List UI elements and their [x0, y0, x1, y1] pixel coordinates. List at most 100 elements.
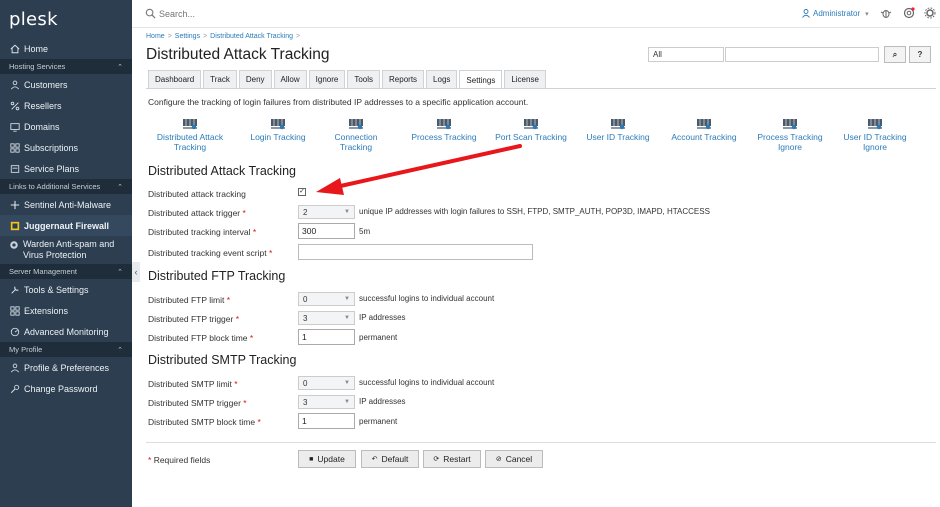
- smtp-limit-label: Distributed SMTP limit *: [148, 379, 238, 389]
- select-value: 2: [303, 207, 308, 217]
- tab-tools[interactable]: Tools: [347, 70, 381, 88]
- user-menu[interactable]: Administrator ▾: [802, 9, 869, 18]
- default-button[interactable]: ↶ Default: [361, 450, 419, 468]
- icon-link[interactable]: User ID Tracking Ignore: [839, 118, 911, 152]
- restart-button[interactable]: ⟳ Restart: [423, 450, 481, 468]
- help-button[interactable]: ?: [909, 46, 931, 63]
- ftp-limit-select[interactable]: 0 ▼: [298, 292, 355, 306]
- search-input[interactable]: [159, 6, 359, 22]
- required-mark: *: [235, 314, 240, 324]
- smtp-limit-select[interactable]: 0 ▼: [298, 376, 355, 390]
- plesk-logo[interactable]: plesk: [0, 0, 132, 38]
- icon-link-label: User ID Tracking: [586, 132, 650, 142]
- tab-reports[interactable]: Reports: [382, 70, 425, 88]
- sidebar-collapse-button[interactable]: ‹: [132, 262, 140, 282]
- icon-link[interactable]: Connection Tracking: [320, 118, 392, 152]
- icon-link[interactable]: Account Tracking: [668, 118, 740, 143]
- sidebar-item[interactable]: Home: [0, 38, 132, 59]
- smtp-trigger-select[interactable]: 3 ▼: [298, 395, 355, 409]
- icon-link[interactable]: Port Scan Tracking: [495, 118, 567, 143]
- smtp-block-suffix: permanent: [359, 417, 398, 426]
- dat-interval-label: Distributed tracking interval *: [148, 227, 256, 237]
- breadcrumb-home[interactable]: Home: [146, 33, 165, 40]
- sidebar-item[interactable]: Domains: [0, 116, 132, 137]
- chevron-down-icon: ▾: [865, 10, 869, 18]
- sidebar-section-label: Links to Additional Services: [9, 182, 101, 191]
- breadcrumb-settings[interactable]: Settings: [175, 33, 200, 40]
- sidebar-item[interactable]: Change Password: [0, 378, 132, 399]
- icon-link[interactable]: User ID Tracking: [582, 118, 654, 143]
- tab-license[interactable]: License: [504, 70, 546, 88]
- tab-track[interactable]: Track: [203, 70, 237, 88]
- sidebar-item[interactable]: Customers: [0, 74, 132, 95]
- tab-ignore[interactable]: Ignore: [308, 70, 346, 88]
- sidebar-section-header[interactable]: Server Management ⌃: [0, 264, 132, 279]
- tab-allow[interactable]: Allow: [273, 70, 307, 88]
- user-name: Administrator: [813, 9, 861, 18]
- dat-tracking-checkbox[interactable]: ✓: [298, 188, 306, 196]
- sidebar-item[interactable]: Profile & Preferences: [0, 357, 132, 378]
- monitoring-icon: [9, 326, 20, 337]
- bug-icon[interactable]: [880, 7, 892, 19]
- section-title-ftp: Distributed FTP Tracking: [148, 269, 286, 283]
- undo-icon: ↶: [371, 456, 378, 463]
- smtp-block-input[interactable]: 1: [298, 413, 355, 429]
- chevron-up-icon: ⌃: [117, 183, 123, 191]
- tab-deny[interactable]: Deny: [238, 70, 272, 88]
- section-title-dat: Distributed Attack Tracking: [148, 164, 296, 178]
- sidebar-section-header[interactable]: Hosting Services ⌃: [0, 59, 132, 74]
- button-label: Cancel: [505, 454, 533, 464]
- dat-interval-input[interactable]: 300: [298, 223, 355, 239]
- icon-link[interactable]: Distributed Attack Tracking: [154, 118, 226, 152]
- sidebar-item[interactable]: Subscriptions: [0, 137, 132, 158]
- ftp-block-label: Distributed FTP block time *: [148, 333, 253, 343]
- tab-settings[interactable]: Settings: [459, 70, 503, 89]
- label-text: Distributed SMTP block time: [148, 417, 256, 427]
- sidebar-item[interactable]: Extensions: [0, 300, 132, 321]
- update-button[interactable]: ■ Update: [298, 450, 356, 468]
- button-label: Restart: [443, 454, 471, 464]
- sidebar-item[interactable]: Advanced Monitoring: [0, 321, 132, 342]
- ftp-trigger-label: Distributed FTP trigger *: [148, 314, 239, 324]
- icon-link-label: Account Tracking: [671, 132, 737, 142]
- firewall-wall-icon: [349, 119, 363, 130]
- chevron-up-icon: ⌃: [117, 346, 123, 354]
- sidebar-item[interactable]: Resellers: [0, 95, 132, 116]
- tab-logs[interactable]: Logs: [426, 70, 458, 88]
- icon-link[interactable]: Login Tracking: [242, 118, 314, 143]
- sidebar-item[interactable]: Tools & Settings: [0, 279, 132, 300]
- dat-trigger-select[interactable]: 2 ▼: [298, 205, 355, 219]
- dat-script-input[interactable]: [298, 244, 533, 260]
- ftp-trigger-suffix: IP addresses: [359, 313, 406, 322]
- firewall-wall-icon: [437, 119, 451, 130]
- sidebar-section-header[interactable]: My Profile ⌃: [0, 342, 132, 357]
- settings-gear-icon[interactable]: [924, 7, 936, 19]
- breadcrumb-current[interactable]: Distributed Attack Tracking: [210, 33, 293, 40]
- label-text: Distributed FTP block time: [148, 333, 248, 343]
- ftp-block-input[interactable]: 1: [298, 329, 355, 345]
- icon-link[interactable]: Process Tracking Ignore: [754, 118, 826, 152]
- filter-select[interactable]: All: [648, 47, 724, 62]
- breadcrumb-separator: >: [167, 33, 172, 40]
- firewall-wall-icon: [868, 119, 882, 130]
- tab-dashboard[interactable]: Dashboard: [148, 70, 202, 88]
- cancel-button[interactable]: ⊘ Cancel: [485, 450, 543, 468]
- sidebar-item[interactable]: Juggernaut Firewall: [0, 215, 132, 236]
- firewall-wall-icon: [783, 119, 797, 130]
- filter-search-button[interactable]: ⌕: [884, 46, 906, 63]
- icon-link[interactable]: Process Tracking: [408, 118, 480, 143]
- sidebar-item[interactable]: Sentinel Anti-Malware: [0, 194, 132, 215]
- select-value: 3: [303, 397, 308, 407]
- filter-input[interactable]: [725, 47, 879, 62]
- sidebar-item[interactable]: Warden Anti-spam and Virus Protection: [0, 236, 132, 264]
- sidebar-item[interactable]: Service Plans: [0, 158, 132, 179]
- help-lifebuoy-icon[interactable]: [903, 7, 915, 19]
- key-icon: [9, 383, 20, 394]
- section-title-smtp: Distributed SMTP Tracking: [148, 353, 297, 367]
- ftp-trigger-select[interactable]: 3 ▼: [298, 311, 355, 325]
- user-icon: [9, 79, 20, 90]
- sidebar-section-header[interactable]: Links to Additional Services ⌃: [0, 179, 132, 194]
- icon-link-label: Process Tracking Ignore: [757, 132, 823, 152]
- chevron-down-icon: ▼: [344, 209, 350, 215]
- smtp-block-label: Distributed SMTP block time *: [148, 417, 261, 427]
